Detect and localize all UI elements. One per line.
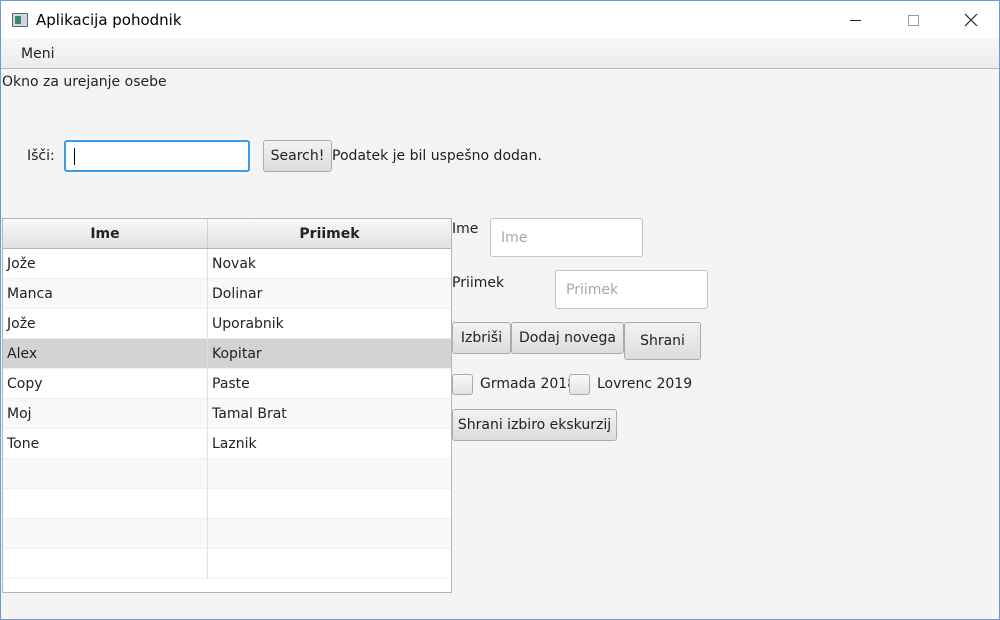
table-row[interactable]: Jože Uporabnik <box>3 309 451 339</box>
search-label: Išči: <box>27 148 55 164</box>
table-row-empty[interactable] <box>3 459 451 489</box>
cell-ime: Tone <box>3 429 208 459</box>
cell-priimek <box>208 459 451 489</box>
table-body: Jože Novak Manca Dolinar Jože Uporabnik Alex Ko… <box>3 249 451 579</box>
cell-ime: Jože <box>3 309 208 339</box>
app-window-icon <box>12 13 28 27</box>
maximize-icon <box>907 14 919 26</box>
page-heading: Okno za urejanje osebe <box>2 74 167 90</box>
add-new-button[interactable]: Dodaj novega <box>511 322 624 354</box>
cell-ime <box>3 459 208 489</box>
cell-ime: Alex <box>3 339 208 369</box>
cell-ime <box>3 519 208 549</box>
column-header-ime[interactable]: Ime <box>3 219 208 248</box>
status-message: Podatek je bil uspešno dodan. <box>332 148 542 164</box>
cell-priimek <box>208 519 451 549</box>
cell-ime: Manca <box>3 279 208 309</box>
table-row[interactable]: Tone Laznik <box>3 429 451 459</box>
ime-field[interactable] <box>490 218 643 257</box>
ime-label: Ime <box>452 221 479 237</box>
menu-meni[interactable]: Meni <box>21 46 54 62</box>
app-window: Aplikacija pohodnik Meni Okno za urejanj… <box>0 0 1000 620</box>
menu-bar: Meni <box>1 39 999 69</box>
cell-priimek: Uporabnik <box>208 309 451 339</box>
minimize-icon <box>849 19 861 21</box>
table-row[interactable]: Manca Dolinar <box>3 279 451 309</box>
delete-button[interactable]: Izbriši <box>452 322 511 354</box>
search-button[interactable]: Search! <box>263 140 332 172</box>
table-row[interactable]: Copy Paste <box>3 369 451 399</box>
priimek-field[interactable] <box>555 270 708 309</box>
table-row-empty[interactable] <box>3 549 451 579</box>
table-row[interactable]: Alex Kopitar <box>3 339 451 369</box>
cell-priimek: Kopitar <box>208 339 451 369</box>
column-header-priimek[interactable]: Priimek <box>208 219 451 248</box>
priimek-label: Priimek <box>452 275 505 291</box>
table-row[interactable]: Moj Tamal Brat <box>3 399 451 429</box>
cell-priimek: Laznik <box>208 429 451 459</box>
text-caret <box>74 148 75 165</box>
cell-priimek: Tamal Brat <box>208 399 451 429</box>
minimize-button[interactable] <box>832 1 878 39</box>
window-title: Aplikacija pohodnik <box>36 11 182 29</box>
checkbox-lovrenc-2019[interactable] <box>569 374 590 395</box>
maximize-button[interactable] <box>890 1 936 39</box>
save-excursions-button[interactable]: Shrani izbiro ekskurzij <box>452 409 617 441</box>
close-button[interactable] <box>948 1 994 39</box>
cell-priimek: Novak <box>208 249 451 279</box>
table-row-empty[interactable] <box>3 519 451 549</box>
cell-ime <box>3 489 208 519</box>
cell-priimek <box>208 549 451 579</box>
checkbox-lovrenc-label: Lovrenc 2019 <box>597 376 693 392</box>
cell-priimek <box>208 489 451 519</box>
cell-ime <box>3 549 208 579</box>
checkbox-grmada-label: Grmada 2018 <box>480 376 577 392</box>
table-row[interactable]: Jože Novak <box>3 249 451 279</box>
table-row-empty[interactable] <box>3 489 451 519</box>
checkbox-grmada-2018[interactable] <box>452 374 473 395</box>
people-table[interactable]: Ime Priimek Jože Novak Manca Dolinar Jože Upo… <box>2 218 452 593</box>
search-input[interactable] <box>64 140 250 172</box>
title-bar: Aplikacija pohodnik <box>1 1 999 39</box>
table-header: Ime Priimek <box>3 219 451 249</box>
save-button[interactable]: Shrani <box>624 322 701 360</box>
close-icon <box>964 13 978 27</box>
cell-priimek: Paste <box>208 369 451 399</box>
cell-ime: Moj <box>3 399 208 429</box>
cell-ime: Jože <box>3 249 208 279</box>
cell-priimek: Dolinar <box>208 279 451 309</box>
cell-ime: Copy <box>3 369 208 399</box>
